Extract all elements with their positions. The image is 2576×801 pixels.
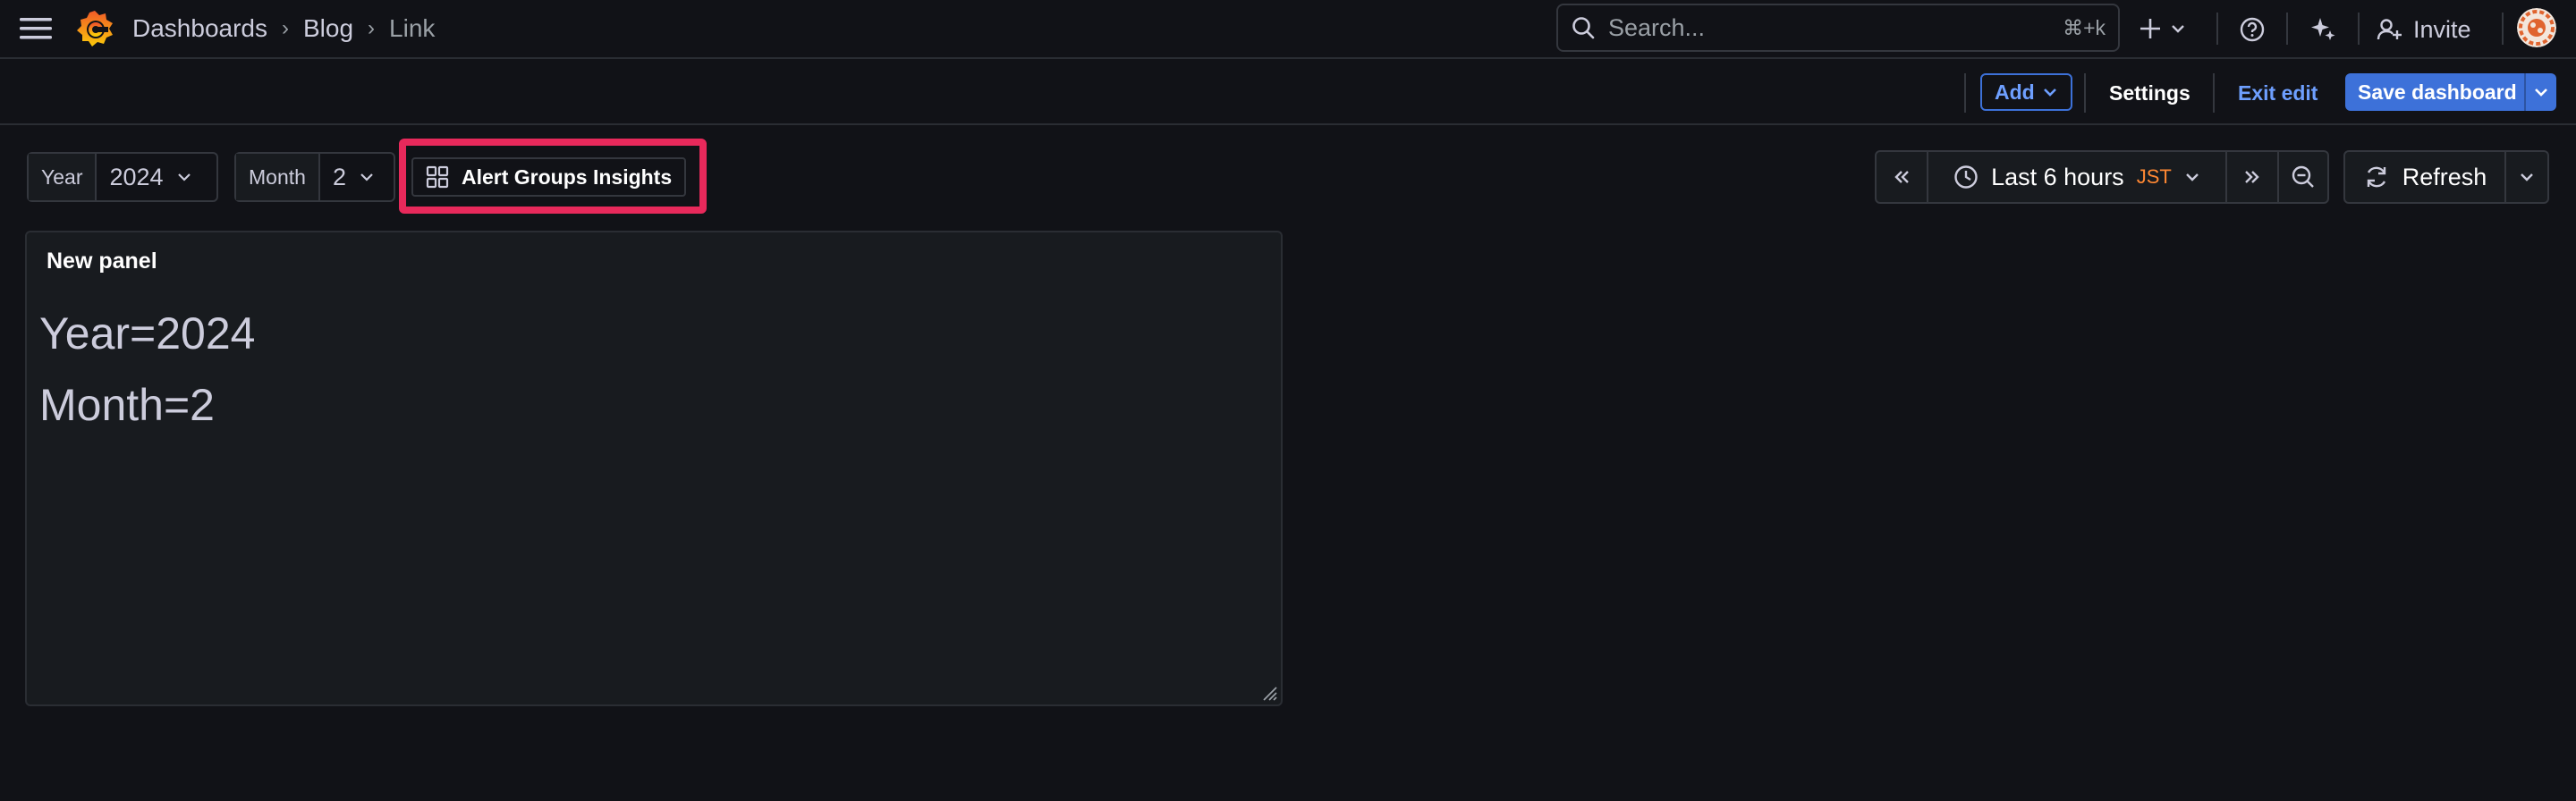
refresh-picker: Refresh [2343, 150, 2549, 204]
chevron-down-icon [2184, 169, 2200, 185]
resize-handle-icon[interactable] [1261, 685, 1277, 701]
refresh-button[interactable]: Refresh [2345, 152, 2506, 202]
sync-icon [2363, 164, 2390, 190]
variable-month: Month 2 [234, 152, 395, 202]
settings-button[interactable]: Settings [2109, 75, 2190, 111]
breadcrumb-dashboards[interactable]: Dashboards [132, 14, 267, 43]
invite-button[interactable]: Invite [2376, 11, 2471, 48]
variable-month-value: 2 [332, 163, 346, 190]
divider [2502, 13, 2504, 45]
angle-double-right-icon [2242, 167, 2262, 187]
chevron-down-icon[interactable] [2524, 73, 2556, 111]
add-user-icon [2376, 16, 2402, 43]
dashboard-toolbar: Add Settings Exit edit Save dashboard [0, 59, 2576, 125]
divider [2213, 73, 2215, 113]
breadcrumb-link: Link [389, 14, 436, 42]
refresh-label: Refresh [2402, 163, 2487, 190]
ai-assistant-icon[interactable] [2304, 11, 2342, 48]
chevron-down-icon [176, 169, 192, 185]
variable-year: Year 2024 [27, 152, 218, 202]
zoom-out-icon [2291, 164, 2316, 190]
breadcrumb: Dashboards › Blog › Link [132, 13, 435, 45]
panel-text-line: Year=2024 [39, 308, 256, 358]
chevron-down-icon [2042, 84, 2058, 100]
add-button[interactable]: Add [1980, 73, 2072, 111]
save-dashboard-button[interactable]: Save dashboard [2345, 73, 2556, 111]
time-shift-back-button[interactable] [1877, 152, 1928, 202]
add-button-label: Add [1995, 80, 2035, 104]
text-panel[interactable]: New panel Year=2024 Month=2 [25, 231, 1283, 706]
time-range-button[interactable]: Last 6 hours JST [1928, 152, 2227, 202]
refresh-interval-button[interactable] [2506, 152, 2547, 202]
new-menu-button[interactable] [2138, 11, 2186, 46]
invite-label: Invite [2413, 15, 2471, 43]
search-input[interactable]: Search... ⌘+k [1556, 4, 2120, 52]
breadcrumb-blog[interactable]: Blog [303, 14, 353, 43]
user-avatar[interactable] [2517, 8, 2556, 47]
plus-icon [2138, 16, 2163, 41]
search-shortcut: ⌘+k [2063, 15, 2106, 39]
panel-title[interactable]: New panel [47, 249, 157, 274]
search-placeholder: Search... [1608, 13, 1706, 41]
time-range-label: Last 6 hours [1991, 163, 2124, 190]
variable-year-label: Year [29, 154, 97, 200]
variable-year-select[interactable]: 2024 [97, 154, 204, 200]
top-nav: Dashboards › Blog › Link Search... ⌘+k I… [0, 0, 2576, 59]
divider [2286, 13, 2288, 45]
timezone-badge: JST [2136, 165, 2172, 188]
clock-icon [1953, 164, 1979, 190]
help-icon[interactable] [2233, 11, 2271, 48]
time-shift-forward-button[interactable] [2227, 152, 2279, 202]
chevron-down-icon [359, 169, 375, 185]
angle-double-left-icon [1892, 167, 1911, 187]
chevron-right-icon: › [281, 16, 289, 40]
divider [2358, 13, 2360, 45]
chevron-down-icon [2170, 21, 2186, 37]
divider [2216, 13, 2218, 45]
chevron-down-icon [2519, 169, 2535, 185]
variable-month-select[interactable]: 2 [320, 154, 387, 200]
chevron-right-icon: › [368, 16, 376, 40]
menu-icon[interactable] [16, 13, 55, 45]
panel-text-line: Month=2 [39, 380, 215, 430]
time-picker: Last 6 hours JST [1875, 150, 2329, 204]
highlight-box [399, 139, 707, 214]
zoom-out-button[interactable] [2279, 152, 2327, 202]
divider [1964, 73, 1966, 113]
search-icon [1571, 15, 1596, 40]
variable-month-label: Month [236, 154, 320, 200]
save-dashboard-label: Save dashboard [2358, 80, 2517, 104]
exit-edit-button[interactable]: Exit edit [2238, 75, 2318, 111]
grafana-logo-icon[interactable] [73, 7, 116, 50]
divider [2084, 73, 2086, 113]
variable-year-value: 2024 [109, 163, 164, 190]
